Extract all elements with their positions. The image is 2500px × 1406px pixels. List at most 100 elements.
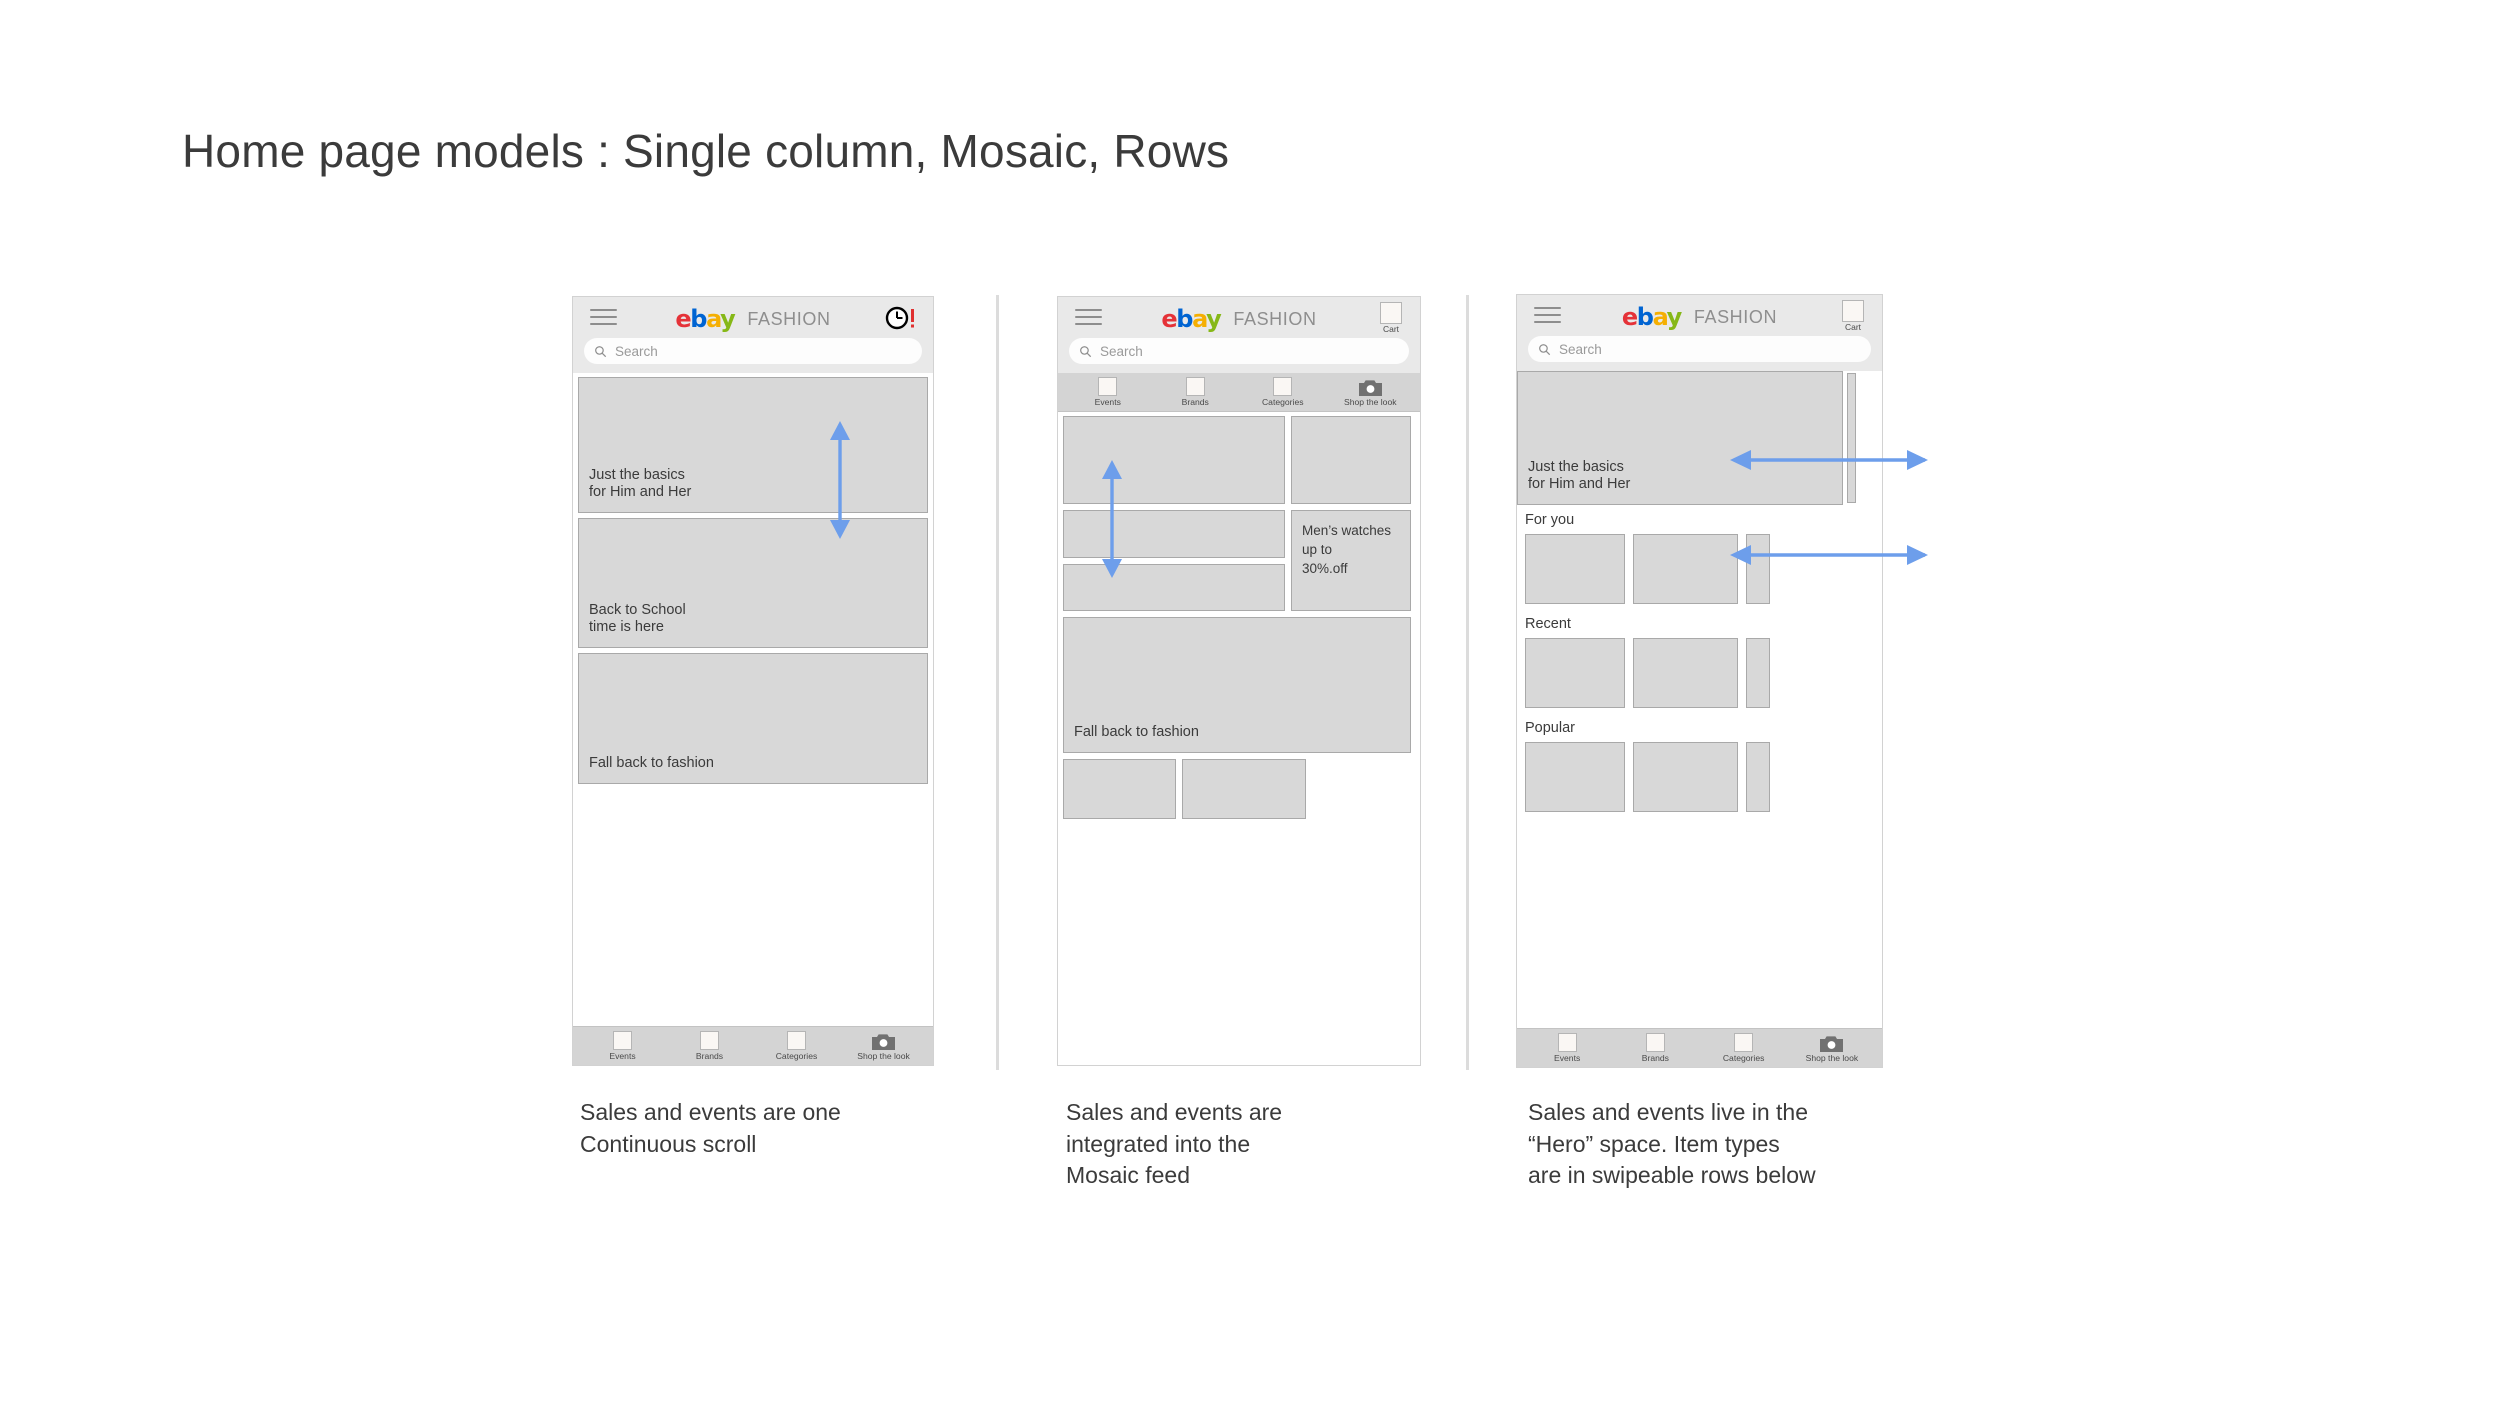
tab-events[interactable]: Events	[579, 1031, 666, 1061]
tab-label: Brands	[1181, 397, 1209, 408]
feed-card-text: Just the basics for Him and Her	[589, 466, 692, 501]
row-card-strip[interactable]	[1517, 741, 1882, 812]
tab-shop-the-look[interactable]: Shop the look	[1327, 377, 1415, 407]
column-divider-2	[1466, 295, 1469, 1070]
tab-shop-the-look[interactable]: Shop the look	[840, 1031, 927, 1061]
app-header: ebay FASHION Search	[573, 297, 933, 373]
ebay-fashion-logo: ebay FASHION	[1058, 307, 1420, 331]
mosaic-card[interactable]	[1291, 416, 1411, 504]
tab-brands[interactable]: Brands	[1611, 1033, 1699, 1063]
square-icon	[613, 1031, 632, 1051]
search-placeholder: Search	[1100, 343, 1143, 359]
caption-rows: Sales and events live in the “Hero” spac…	[1528, 1099, 1816, 1189]
tab-label: Shop the look	[1805, 1053, 1859, 1064]
single-column-feed: Just the basics for Him and Her Back to …	[573, 373, 933, 1026]
logo-letter-b: b	[1176, 305, 1193, 333]
tab-brands[interactable]: Brands	[666, 1031, 753, 1061]
cart-button[interactable]: Cart	[1371, 302, 1411, 334]
caption-mosaic: Sales and events are integrated into the…	[1066, 1099, 1283, 1189]
row-section-title: For you	[1525, 512, 1575, 528]
mosaic-card[interactable]	[1063, 759, 1176, 819]
tab-events[interactable]: Events	[1523, 1033, 1611, 1063]
tab-categories[interactable]: Categories	[1239, 377, 1327, 407]
square-icon	[1557, 1033, 1577, 1053]
horizontal-swipe-arrow-row	[1730, 545, 1928, 565]
mosaic-row	[1063, 759, 1415, 819]
row-card-peek[interactable]	[1746, 637, 1770, 708]
row-section-recent: Recent	[1517, 617, 1882, 708]
tab-label: Events	[1553, 1053, 1581, 1064]
phone-mockup-rows: ebay FASHION Cart Search Just the basics…	[1516, 294, 1928, 1068]
search-placeholder: Search	[1559, 341, 1602, 357]
tab-brands[interactable]: Brands	[1152, 377, 1240, 407]
tab-label: Shop the look	[1343, 397, 1397, 408]
tab-label: Events	[609, 1051, 636, 1062]
ebay-fashion-logo: ebay FASHION	[573, 307, 933, 331]
logo-letter-b: b	[1636, 303, 1654, 331]
cart-label: Cart	[1382, 324, 1400, 334]
square-icon	[1273, 377, 1293, 397]
search-icon	[1080, 345, 1092, 357]
search-input[interactable]: Search	[584, 338, 922, 364]
logo-letter-y: y	[1206, 305, 1222, 333]
row-section-title: Recent	[1525, 616, 1571, 632]
feed-card[interactable]: Back to School time is here	[578, 518, 928, 648]
search-input[interactable]: Search	[1069, 338, 1409, 364]
cart-icon	[1380, 302, 1402, 324]
feed-card[interactable]: Fall back to fashion	[578, 653, 928, 784]
row-card-peek[interactable]	[1746, 741, 1770, 812]
tab-label: Categories	[775, 1051, 818, 1062]
row-section-popular: Popular	[1517, 721, 1882, 812]
tab-categories[interactable]: Categories	[1700, 1033, 1788, 1063]
square-icon	[1645, 1033, 1665, 1053]
square-icon	[1734, 1033, 1754, 1053]
tab-label: Brands	[1641, 1053, 1669, 1064]
logo-letter-e: e	[675, 305, 691, 333]
hero-card-text: Just the basics for Him and Her	[1528, 458, 1631, 493]
feed-card[interactable]: Just the basics for Him and Her	[578, 377, 928, 513]
feed-card-text: Back to School time is here	[589, 601, 686, 636]
vertical-scroll-arrow	[830, 421, 850, 539]
tab-label: Categories	[1261, 397, 1304, 408]
row-section-title: Popular	[1525, 720, 1575, 736]
row-card[interactable]	[1633, 741, 1738, 812]
logo-letter-e: e	[1621, 303, 1638, 331]
mosaic-row: Fall back to fashion	[1063, 617, 1415, 753]
mosaic-card-text: Fall back to fashion	[1074, 724, 1199, 741]
mosaic-card-fall[interactable]: Fall back to fashion	[1063, 617, 1411, 753]
square-icon	[1098, 377, 1118, 397]
square-icon	[1185, 377, 1205, 397]
row-card[interactable]	[1525, 533, 1625, 604]
mosaic-column: Men’s watches up to 30%.off	[1291, 416, 1411, 611]
page-title: Home page models : Single column, Mosaic…	[182, 125, 1230, 177]
row-card[interactable]	[1525, 741, 1625, 812]
horizontal-swipe-arrow-hero	[1730, 450, 1928, 470]
mosaic-card-watch-promo[interactable]: Men’s watches up to 30%.off	[1291, 510, 1411, 611]
mosaic-card[interactable]	[1182, 759, 1306, 819]
phone-mockup-single-column: ebay FASHION Search Just the basics for …	[572, 296, 934, 1066]
logo-suffix: FASHION	[1233, 309, 1317, 329]
watch-promo-text: Men’s watches up to 30%.off	[1302, 523, 1392, 577]
feed-card-text: Fall back to fashion	[589, 755, 714, 772]
tab-categories[interactable]: Categories	[753, 1031, 840, 1061]
clock-alert-icon[interactable]	[883, 305, 923, 331]
camera-icon	[872, 1033, 895, 1051]
search-icon	[1539, 343, 1551, 355]
search-icon	[595, 345, 607, 357]
tab-events[interactable]: Events	[1064, 377, 1152, 407]
search-placeholder: Search	[615, 343, 658, 359]
logo-letter-y: y	[1666, 303, 1683, 331]
logo-suffix: FASHION	[747, 309, 831, 329]
tab-label: Categories	[1722, 1053, 1765, 1064]
tab-shop-the-look[interactable]: Shop the look	[1788, 1033, 1876, 1063]
square-icon	[700, 1031, 719, 1051]
row-card-strip[interactable]	[1517, 637, 1882, 708]
logo-letter-b: b	[690, 305, 707, 333]
app-header: ebay FASHION Cart Search	[1058, 297, 1420, 373]
row-card[interactable]	[1633, 533, 1738, 604]
bottom-tab-bar: Events Brands Categories Shop the look	[573, 1026, 933, 1065]
logo-letter-y: y	[720, 305, 736, 333]
row-card[interactable]	[1525, 637, 1625, 708]
row-card[interactable]	[1633, 637, 1738, 708]
phone-mockup-mosaic: ebay FASHION Cart Search Events Brands C…	[1057, 296, 1421, 1066]
